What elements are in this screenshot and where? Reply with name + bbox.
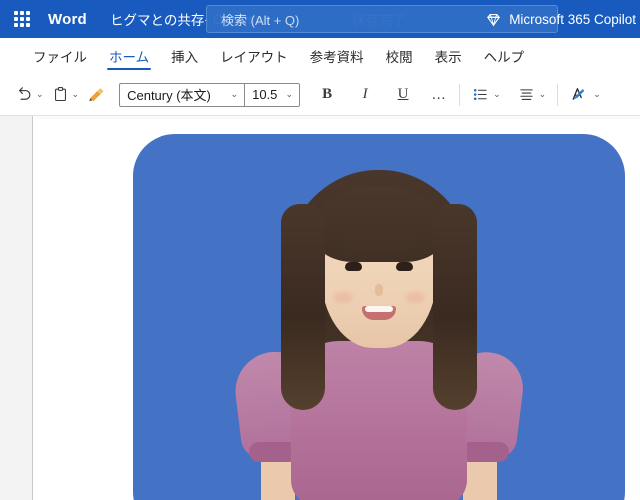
inserted-picture[interactable] [133, 134, 625, 500]
nose [375, 284, 383, 296]
font-size-value: 10.5 [252, 87, 278, 102]
hair-side-right [433, 204, 477, 410]
styles-button[interactable]: ⌄ [565, 80, 605, 110]
page-top-edge [34, 116, 640, 119]
left-gutter [0, 116, 33, 500]
more-label: … [431, 86, 448, 103]
font-group: Century (本文) ⌄ 10.5 ⌄ [119, 82, 301, 107]
tab-insert[interactable]: 挿入 [160, 38, 209, 73]
bullets-button[interactable]: ⌄ [467, 80, 505, 110]
hair-side-left [281, 204, 325, 410]
chevron-down-icon[interactable]: ⌄ [72, 90, 80, 99]
underline-label: U [397, 86, 409, 102]
format-painter-button[interactable] [83, 80, 111, 110]
copilot-button[interactable]: Microsoft 365 Copilot [485, 0, 640, 38]
document-area [0, 116, 640, 500]
eye-left [345, 262, 362, 271]
teeth [365, 306, 393, 312]
chevron-down-icon[interactable]: ⌄ [36, 90, 44, 99]
undo-button[interactable]: ⌄ [10, 80, 48, 110]
tab-references[interactable]: 参考資料 [299, 38, 375, 73]
more-font-options-button[interactable]: … [426, 80, 452, 110]
clipboard-icon [54, 87, 66, 102]
mouth [362, 306, 396, 320]
document-title: ヒグマとの共存 [110, 13, 205, 28]
bulleted-list-icon [474, 88, 487, 101]
toolbar-divider-2 [557, 83, 559, 106]
italic-label: I [362, 86, 368, 102]
tab-view[interactable]: 表示 [424, 38, 473, 73]
cheek-left [333, 292, 353, 303]
align-button[interactable]: ⌄ [513, 80, 551, 110]
italic-button[interactable]: I [352, 80, 378, 110]
tab-file[interactable]: ファイル [22, 38, 98, 73]
tab-help[interactable]: ヘルプ [473, 38, 536, 73]
align-left-icon [519, 89, 533, 100]
bold-button[interactable]: B [314, 80, 340, 110]
bold-label: B [322, 86, 333, 102]
paste-button[interactable]: ⌄ [48, 80, 84, 110]
chevron-down-icon[interactable]: ⌄ [493, 90, 501, 99]
ribbon-tab-bar: ファイル ホーム 挿入 レイアウト 参考資料 校閲 表示 ヘルプ [0, 38, 640, 74]
font-size-select[interactable]: 10.5 ⌄ [245, 84, 299, 106]
styles-pen-icon [572, 87, 587, 100]
app-launcher-icon[interactable] [14, 11, 30, 27]
chevron-down-icon: ⌄ [230, 89, 239, 99]
chevron-down-icon[interactable]: ⌄ [539, 90, 547, 99]
chevron-down-icon[interactable]: ⌄ [593, 90, 601, 99]
cheek-right [405, 292, 425, 303]
photo-subject [133, 134, 625, 500]
search-placeholder: 検索 (Alt + Q) [221, 12, 300, 28]
tab-review[interactable]: 校閲 [375, 38, 424, 73]
toolbar-divider [459, 83, 461, 106]
diamond-icon [487, 13, 500, 27]
app-name-word[interactable]: Word [48, 11, 87, 28]
underline-button[interactable]: U [390, 80, 416, 110]
eye-right [396, 262, 413, 271]
chevron-down-icon: ⌄ [285, 89, 294, 99]
title-bar: Word ヒグマとの共存 - OneDrive 保存完了 ⌄ 検索 (Alt +… [0, 0, 640, 38]
tab-layout[interactable]: レイアウト [209, 38, 299, 73]
copilot-label: Microsoft 365 Copilot [509, 11, 636, 27]
document-page[interactable] [34, 116, 640, 500]
font-name-value: Century (本文) [127, 88, 211, 103]
format-painter-icon [89, 88, 104, 102]
font-name-select[interactable]: Century (本文) ⌄ [120, 84, 244, 106]
tab-home[interactable]: ホーム [98, 38, 160, 73]
undo-icon [18, 87, 31, 100]
home-toolbar: ⌄ ⌄ Century (本文) ⌄ 10.5 ⌄ B I U … ⌄ ⌄ ⌄ [0, 74, 640, 116]
